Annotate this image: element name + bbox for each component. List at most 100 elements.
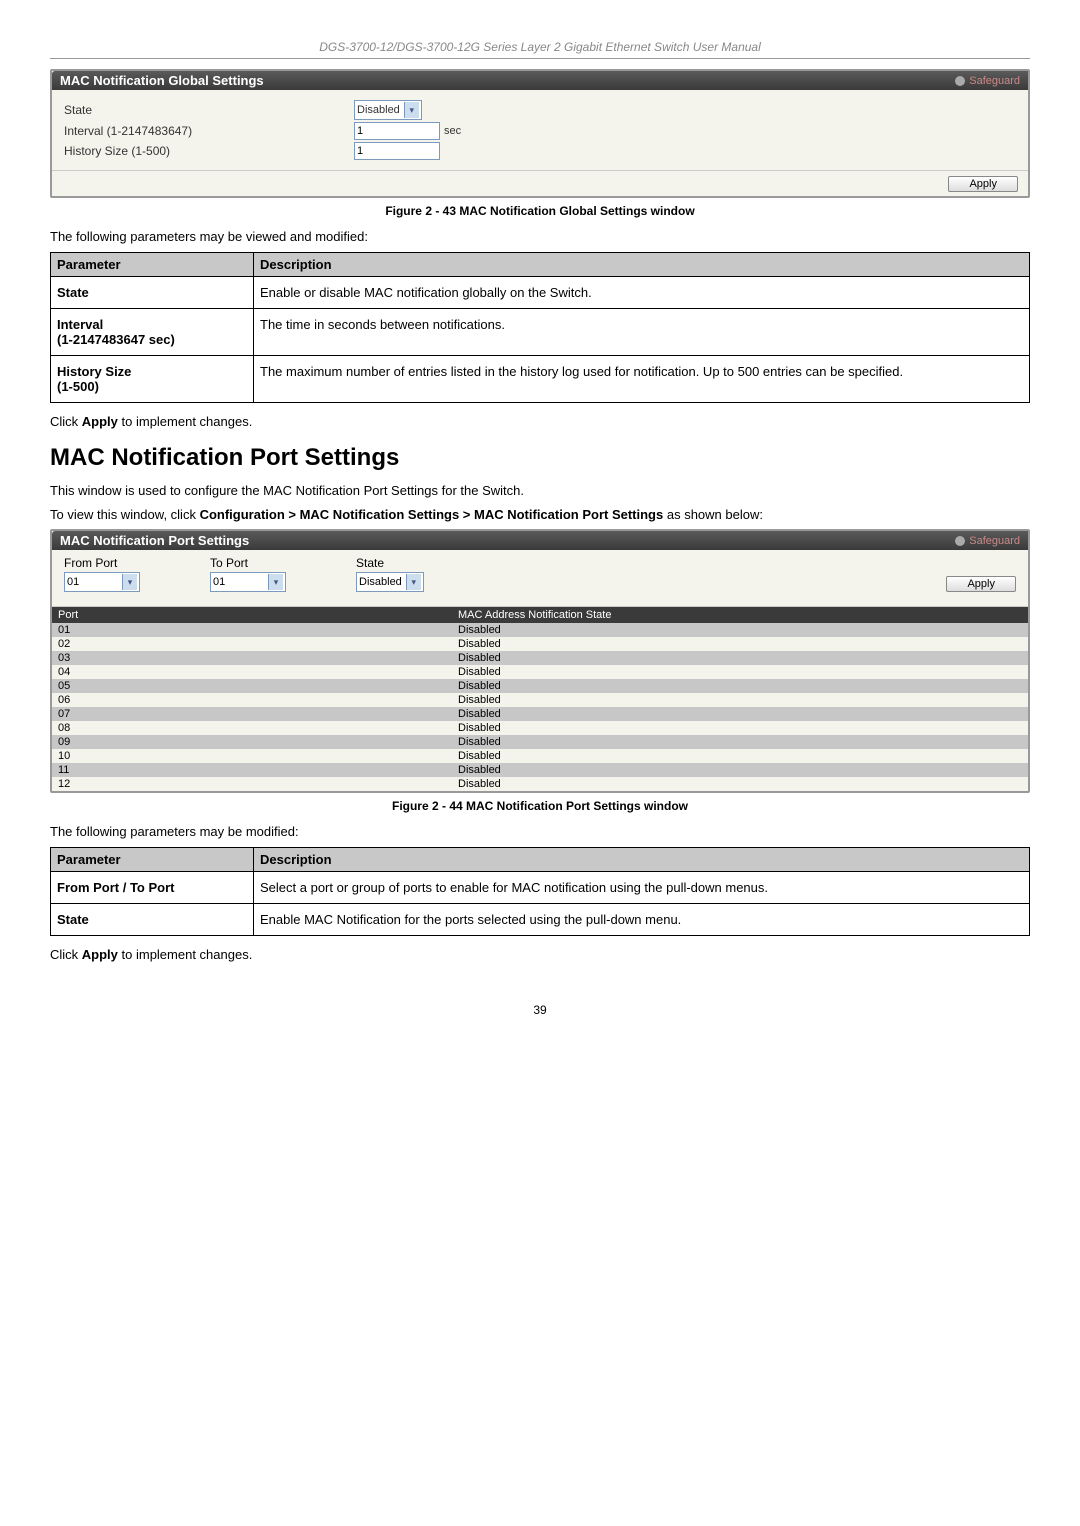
- from-port-select[interactable]: 01 ▾: [64, 572, 140, 592]
- state-cell: Disabled: [458, 722, 501, 734]
- table-row: Interval (1-2147483647 sec) The time in …: [51, 308, 1030, 355]
- th-parameter: Parameter: [51, 252, 254, 276]
- interval-unit: sec: [444, 125, 461, 137]
- safeguard-text: Safeguard: [969, 535, 1020, 547]
- apply-word: Apply: [82, 947, 118, 962]
- port-table-header: Port MAC Address Notification State: [52, 607, 1028, 623]
- to-port-label: To Port: [210, 556, 286, 570]
- col-port: Port: [58, 609, 458, 621]
- table-row: 10Disabled: [52, 749, 1028, 763]
- port-cell: 11: [58, 764, 458, 776]
- param-name: State: [51, 276, 254, 308]
- safeguard-badge: Safeguard: [955, 535, 1020, 547]
- port-cell: 02: [58, 638, 458, 650]
- chevron-down-icon: ▾: [122, 574, 137, 590]
- text: as shown below:: [663, 507, 763, 522]
- panel-title: MAC Notification Port Settings: [60, 533, 249, 548]
- history-input[interactable]: [354, 142, 440, 160]
- table-row: 06Disabled: [52, 693, 1028, 707]
- chevron-down-icon: ▾: [406, 574, 421, 590]
- figure-caption-2: Figure 2 - 44 MAC Notification Port Sett…: [50, 799, 1030, 813]
- safeguard-icon: [955, 76, 965, 86]
- state-cell: Disabled: [458, 638, 501, 650]
- state-cell: Disabled: [458, 666, 501, 678]
- intro-text-1: The following parameters may be viewed a…: [50, 228, 1030, 246]
- port-cell: 01: [58, 624, 458, 636]
- table-row: 08Disabled: [52, 721, 1028, 735]
- port-cell: 06: [58, 694, 458, 706]
- state-cell: Disabled: [458, 652, 501, 664]
- port-state-value: Disabled: [359, 576, 402, 588]
- state-label: State: [64, 103, 354, 117]
- text: To view this window, click: [50, 507, 200, 522]
- page-number: 39: [50, 1003, 1030, 1017]
- table-row: 01Disabled: [52, 623, 1028, 637]
- navigation-instruction: To view this window, click Configuration…: [50, 506, 1030, 524]
- port-state-select[interactable]: Disabled ▾: [356, 572, 424, 592]
- port-cell: 08: [58, 722, 458, 734]
- state-cell: Disabled: [458, 778, 501, 790]
- parameter-table-2: Parameter Description From Port / To Por…: [50, 847, 1030, 936]
- intro-text-2: The following parameters may be modified…: [50, 823, 1030, 841]
- table-row: State Enable MAC Notification for the po…: [51, 903, 1030, 935]
- port-cell: 07: [58, 708, 458, 720]
- panel-header: MAC Notification Port Settings Safeguard: [52, 531, 1028, 550]
- state-value: Disabled: [357, 104, 400, 116]
- param-desc: Enable or disable MAC notification globa…: [254, 276, 1030, 308]
- table-row: 02Disabled: [52, 637, 1028, 651]
- table-row: History Size (1-500) The maximum number …: [51, 355, 1030, 402]
- state-cell: Disabled: [458, 680, 501, 692]
- history-label: History Size (1-500): [64, 144, 354, 158]
- from-port-label: From Port: [64, 556, 140, 570]
- port-cell: 12: [58, 778, 458, 790]
- param-desc: Enable MAC Notification for the ports se…: [254, 903, 1030, 935]
- table-row: 07Disabled: [52, 707, 1028, 721]
- state-cell: Disabled: [458, 750, 501, 762]
- to-port-select[interactable]: 01 ▾: [210, 572, 286, 592]
- interval-label: Interval (1-2147483647): [64, 124, 354, 138]
- table-row: 04Disabled: [52, 665, 1028, 679]
- apply-word: Apply: [82, 414, 118, 429]
- safeguard-badge: Safeguard: [955, 75, 1020, 87]
- safeguard-icon: [955, 536, 965, 546]
- table-row: From Port / To Port Select a port or gro…: [51, 871, 1030, 903]
- table-row: State Enable or disable MAC notification…: [51, 276, 1030, 308]
- text: to implement changes.: [118, 947, 252, 962]
- state-cell: Disabled: [458, 736, 501, 748]
- chevron-down-icon: ▾: [404, 102, 419, 118]
- param-name: From Port / To Port: [51, 871, 254, 903]
- param-desc: Select a port or group of ports to enabl…: [254, 871, 1030, 903]
- apply-instruction-1: Click Apply to implement changes.: [50, 413, 1030, 431]
- state-select[interactable]: Disabled ▾: [354, 100, 422, 120]
- port-table-body: 01Disabled02Disabled03Disabled04Disabled…: [52, 623, 1028, 791]
- port-cell: 03: [58, 652, 458, 664]
- state-cell: Disabled: [458, 694, 501, 706]
- port-settings-panel: MAC Notification Port Settings Safeguard…: [50, 529, 1030, 793]
- state-cell: Disabled: [458, 708, 501, 720]
- param-name: History Size (1-500): [51, 355, 254, 402]
- port-cell: 09: [58, 736, 458, 748]
- section-intro: This window is used to configure the MAC…: [50, 482, 1030, 500]
- table-row: 03Disabled: [52, 651, 1028, 665]
- table-row: 09Disabled: [52, 735, 1028, 749]
- chevron-down-icon: ▾: [268, 574, 283, 590]
- apply-instruction-2: Click Apply to implement changes.: [50, 946, 1030, 964]
- param-desc: The time in seconds between notification…: [254, 308, 1030, 355]
- port-cell: 10: [58, 750, 458, 762]
- apply-button[interactable]: Apply: [948, 176, 1018, 192]
- port-cell: 04: [58, 666, 458, 678]
- state-cell: Disabled: [458, 764, 501, 776]
- table-row: 12Disabled: [52, 777, 1028, 791]
- param-name: State: [51, 903, 254, 935]
- from-port-value: 01: [67, 576, 118, 588]
- text: Click: [50, 414, 82, 429]
- col-state: MAC Address Notification State: [458, 609, 611, 621]
- apply-button[interactable]: Apply: [946, 576, 1016, 592]
- port-cell: 05: [58, 680, 458, 692]
- section-heading: MAC Notification Port Settings: [50, 444, 1030, 472]
- text: Click: [50, 947, 82, 962]
- param-name: Interval (1-2147483647 sec): [51, 308, 254, 355]
- global-settings-panel: MAC Notification Global Settings Safegua…: [50, 69, 1030, 198]
- th-parameter: Parameter: [51, 847, 254, 871]
- interval-input[interactable]: [354, 122, 440, 140]
